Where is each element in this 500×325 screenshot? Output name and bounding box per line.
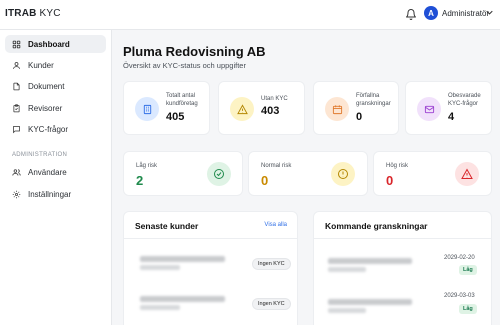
risk-card-hog[interactable]: Hög risk 0 (373, 151, 492, 196)
stat-card-obesvarade[interactable]: Obesvarade KYC-frågor 4 (405, 81, 492, 135)
review-date: 2029-03-03 (444, 293, 475, 299)
sidebar-item-label: Kunder (28, 60, 54, 70)
risk-card-normal[interactable]: Normal risk 0 (248, 151, 368, 196)
stat-label-line2: kundföretag (166, 101, 198, 107)
user-menu-name[interactable]: Administratör (442, 9, 489, 18)
sidebar-item-label: Revisorer (28, 103, 63, 113)
review-date: 2029-02-20 (444, 255, 475, 261)
panel-title: Kommande granskningar (325, 221, 428, 231)
redacted-org-number (328, 267, 366, 272)
status-badge: Ingen KYC (252, 298, 291, 310)
sidebar-item-label: Dashboard (28, 39, 70, 49)
top-bar: ITRAB KYC A Administratör (0, 0, 500, 30)
stat-label: Totalt antal kundföretag (166, 92, 198, 108)
page-title: Pluma Redovisning AB (123, 44, 266, 59)
view-all-link[interactable]: Visa alla (264, 222, 287, 228)
risk-card-lag[interactable]: Låg risk 2 (123, 151, 243, 196)
divider (314, 238, 491, 239)
sidebar-item-label: Användare (28, 167, 67, 177)
users-icon (12, 168, 21, 176)
stat-label-line1: Totalt antal (166, 93, 196, 99)
recent-customers-panel: Senaste kunder Visa alla Ingen KYC Ingen… (123, 211, 298, 325)
risk-icon-bg (331, 162, 355, 186)
user-icon (13, 61, 20, 69)
redacted-customer-name (140, 296, 225, 302)
stat-card-utan-kyc[interactable]: Utan KYC 403 (218, 81, 305, 135)
sidebar-item-anvandare[interactable]: Användare (5, 163, 106, 181)
stat-icon-bg (417, 97, 441, 121)
mail-icon (424, 105, 434, 113)
sidebar-item-kyc-fragor[interactable]: KYC-frågor (5, 120, 106, 138)
panel-title: Senaste kunder (135, 221, 199, 231)
clipboard-icon (13, 103, 20, 112)
list-item[interactable]: Ingen KYC (124, 288, 297, 318)
redacted-org-number (140, 265, 180, 270)
stat-label: Obesvarade KYC-frågor (448, 92, 481, 108)
check-circle-icon (214, 169, 224, 179)
stat-label-line2: KYC-frågor (448, 101, 479, 107)
redacted-org-number (140, 305, 180, 310)
sidebar-item-revisorer[interactable]: Revisorer (5, 99, 106, 117)
building-icon (143, 104, 151, 114)
stat-label: Förfallna granskningar (356, 92, 391, 108)
upcoming-reviews-panel: Kommande granskningar 2029-02-20 Låg 202… (313, 211, 492, 325)
sidebar-section-admin: ADMINISTRATION (12, 152, 68, 158)
sidebar-item-label: Inställningar (28, 189, 72, 199)
redacted-customer-name (140, 256, 225, 262)
redacted-customer-name (328, 299, 412, 305)
chevron-down-icon[interactable] (486, 10, 493, 15)
risk-label: Normal risk (261, 163, 292, 169)
redacted-customer-name (328, 258, 412, 264)
warning-icon (461, 168, 473, 179)
stat-value: 405 (166, 111, 185, 123)
risk-badge: Låg (459, 304, 477, 314)
stat-card-total[interactable]: Totalt antal kundföretag 405 (123, 81, 210, 135)
risk-value: 0 (261, 173, 269, 188)
list-item[interactable]: 2029-03-03 Låg (314, 290, 491, 320)
divider (124, 238, 297, 239)
sidebar: Dashboard Kunder Dokument Revisorer KYC-… (0, 30, 112, 325)
risk-value: 2 (136, 173, 144, 188)
risk-icon-bg (455, 162, 479, 186)
stat-icon-bg (230, 97, 254, 121)
gear-icon (12, 190, 21, 198)
stat-value: 403 (261, 105, 280, 117)
risk-value: 0 (386, 173, 394, 188)
bell-icon[interactable] (405, 8, 417, 21)
page-subtitle: Översikt av KYC-status och uppgifter (123, 61, 246, 70)
sidebar-item-label: Dokument (28, 81, 65, 91)
brand-rest: KYC (36, 8, 61, 19)
avatar[interactable]: A (424, 6, 438, 20)
sidebar-item-kunder[interactable]: Kunder (5, 56, 106, 74)
stat-label-line2: granskningar (356, 101, 391, 107)
sidebar-item-installningar[interactable]: Inställningar (5, 185, 106, 203)
stat-label: Utan KYC (261, 96, 288, 102)
status-badge: Ingen KYC (252, 258, 291, 270)
brand-bold: ITRAB (5, 8, 37, 19)
stat-label-line1: Förfallna (356, 93, 380, 99)
stat-label-line1: Obesvarade (448, 93, 481, 99)
list-item[interactable]: 2029-02-20 Låg (314, 248, 491, 278)
stat-icon-bg (325, 97, 349, 121)
sidebar-item-dokument[interactable]: Dokument (5, 77, 106, 95)
risk-badge: Låg (459, 265, 477, 275)
list-item[interactable]: Ingen KYC (124, 248, 297, 278)
dashboard-icon (12, 40, 21, 48)
chat-icon (13, 125, 20, 133)
sidebar-item-dashboard[interactable]: Dashboard (5, 35, 106, 53)
redacted-org-number (328, 308, 366, 313)
app-brand[interactable]: ITRAB KYC (5, 8, 61, 19)
stat-icon-bg (135, 97, 159, 121)
calendar-icon (332, 104, 342, 114)
risk-label: Hög risk (386, 163, 409, 169)
stat-card-forfallna[interactable]: Förfallna granskningar 0 (313, 81, 399, 135)
document-icon (13, 82, 20, 90)
stat-value: 0 (356, 111, 363, 123)
sidebar-item-label: KYC-frågor (28, 124, 69, 134)
stat-value: 4 (448, 111, 455, 123)
risk-icon-bg (207, 162, 231, 186)
risk-label: Låg risk (136, 163, 158, 169)
alert-circle-icon (338, 169, 348, 179)
warning-icon (236, 103, 248, 114)
